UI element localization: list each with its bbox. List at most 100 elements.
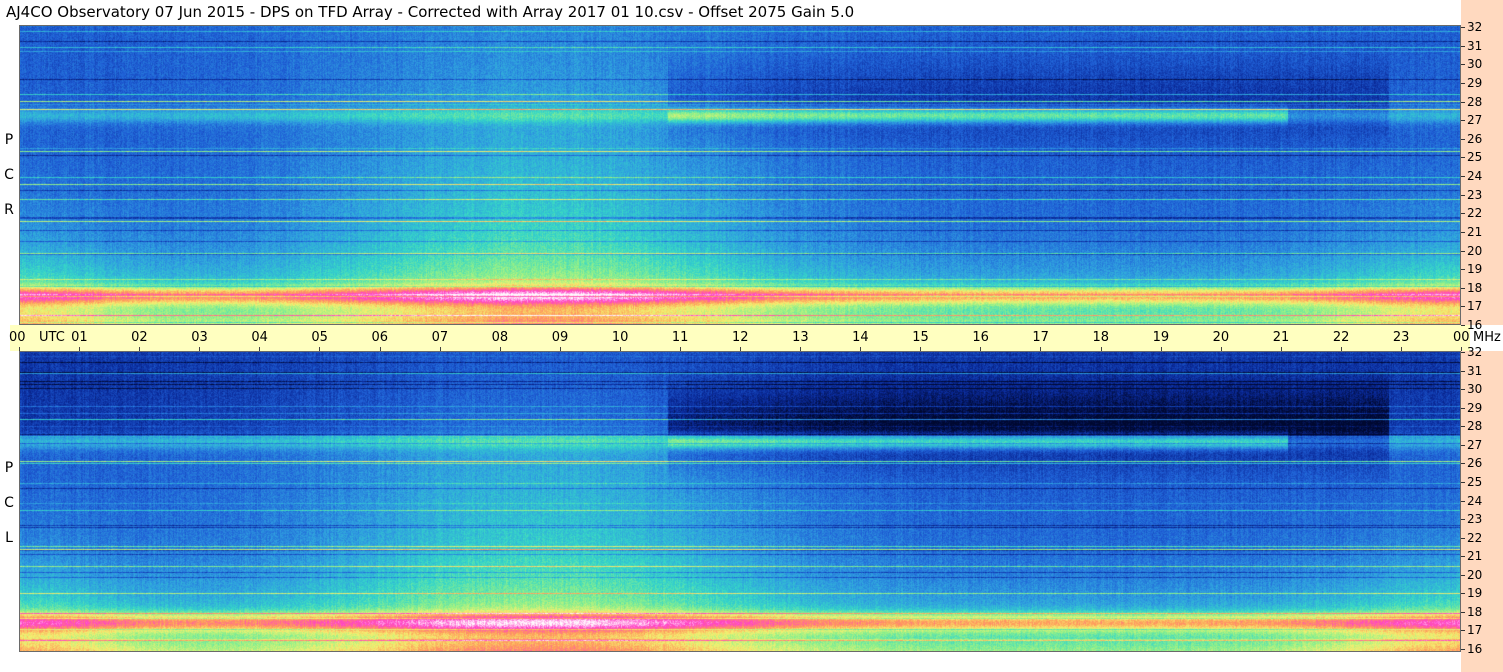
rcp-frequency-tick-label: 27 (1467, 113, 1483, 128)
lcp-frequency-tick-label: 18 (1467, 604, 1483, 619)
frequency-unit-label: MHz (1473, 330, 1501, 345)
lcp-frequency-tick-mark (1461, 426, 1465, 428)
lcp-spectrogram-canvas (19, 351, 1461, 652)
rcp-frequency-tick-label: 16 (1467, 318, 1483, 332)
rcp-frequency-tick-mark (1461, 213, 1465, 215)
rcp-frequency-tick-mark (1461, 138, 1465, 140)
lcp-frequency-tick-mark (1461, 389, 1465, 391)
time-tick-mark (319, 347, 321, 351)
time-tick-mark (139, 347, 141, 351)
time-tick-label: 08 (491, 330, 509, 345)
time-tick-mark (1040, 347, 1042, 351)
lcp-frequency-tick-label: 30 (1467, 382, 1483, 397)
time-tick-label: 03 (191, 330, 208, 345)
lcp-frequency-axis: 32 31 30 29 28 27 26 25 24 23 22 21 20 19 18 17 16 (1461, 346, 1503, 672)
lcp-frequency-tick-label: 26 (1467, 456, 1483, 471)
rcp-frequency-tick-label: 28 (1467, 94, 1483, 109)
lcp-frequency-tick-mark (1461, 593, 1465, 595)
rcp-label-letter-r: R (4, 202, 14, 218)
time-unit-label: UTC (39, 330, 65, 345)
rcp-label-letter-p: P (4, 132, 14, 148)
time-tick-label: 12 (732, 330, 749, 345)
rcp-frequency-tick-mark (1461, 287, 1465, 289)
lcp-frequency-tick-label: 20 (1467, 567, 1483, 582)
lcp-frequency-tick-label: 19 (1467, 586, 1483, 601)
rcp-frequency-tick-mark (1461, 250, 1465, 252)
time-tick-label: 18 (1092, 330, 1110, 345)
time-tick-mark (1280, 347, 1282, 351)
time-tick-label: 14 (852, 330, 869, 345)
time-tick-mark (499, 347, 501, 351)
rcp-frequency-tick-mark (1461, 231, 1465, 233)
time-tick-label: 07 (431, 330, 449, 345)
time-tick-mark (199, 347, 201, 351)
rcp-frequency-tick-label: 17 (1467, 299, 1483, 314)
lcp-frequency-tick-mark (1461, 444, 1465, 446)
rcp-frequency-tick-mark (1461, 82, 1465, 84)
lcp-label-letter-l: L (5, 530, 13, 546)
rcp-frequency-tick-label: 29 (1467, 75, 1483, 90)
rcp-frequency-tick-label: 18 (1467, 280, 1483, 295)
time-tick-label: 15 (912, 330, 929, 345)
rcp-frequency-tick-label: 30 (1467, 57, 1483, 72)
rcp-frequency-tick-mark (1461, 101, 1465, 103)
rcp-frequency-tick-mark (1461, 45, 1465, 47)
lcp-label-letter-p: P (4, 460, 14, 476)
lcp-frequency-tick-mark (1461, 556, 1465, 558)
lcp-label-letter-c: C (4, 495, 14, 511)
time-tick-label: 05 (311, 330, 328, 345)
rcp-spectrogram-canvas (19, 25, 1461, 325)
rcp-frequency-tick-label: 21 (1467, 224, 1483, 239)
time-tick-mark (800, 347, 802, 351)
time-tick-label: 23 (1392, 330, 1410, 345)
time-tick-label: 04 (251, 330, 268, 345)
lcp-frequency-tick-mark (1461, 537, 1465, 539)
rcp-frequency-tick-label: 31 (1467, 38, 1483, 53)
lcp-frequency-tick-label: 22 (1467, 530, 1483, 545)
lcp-frequency-tick-label: 17 (1467, 623, 1483, 638)
lcp-frequency-tick-label: 31 (1467, 363, 1483, 378)
rcp-frequency-axis: 32 31 30 29 28 27 26 25 24 23 22 21 20 19 18 17 16 (1461, 0, 1503, 331)
lcp-frequency-tick-mark (1461, 407, 1465, 409)
time-tick-mark (740, 347, 741, 351)
chart-title: AJ4CO Observatory 07 Jun 2015 - DPS on T… (6, 3, 855, 21)
time-tick-label: 06 (371, 330, 389, 345)
lcp-spectrogram (19, 351, 1461, 652)
lcp-frequency-tick-mark (1461, 481, 1465, 483)
time-tick-label: 01 (71, 330, 88, 345)
rcp-label-letter-c: C (4, 167, 14, 183)
lcp-frequency-tick-label: 29 (1467, 400, 1483, 415)
time-tick-mark (259, 347, 261, 351)
lcp-frequency-tick-mark (1461, 630, 1465, 632)
rcp-frequency-tick-mark (1461, 27, 1465, 28)
lcp-frequency-tick-label: 25 (1467, 474, 1483, 489)
rcp-frequency-tick-mark (1461, 325, 1465, 326)
rcp-frequency-tick-label: 23 (1467, 187, 1483, 202)
time-tick-label: 11 (671, 330, 689, 345)
time-tick-label: 00 (1453, 330, 1470, 345)
lcp-frequency-tick-label: 16 (1467, 642, 1483, 656)
rcp-frequency-tick-mark (1461, 176, 1465, 177)
rcp-spectrogram (19, 25, 1461, 325)
time-tick-mark (1100, 347, 1102, 351)
rcp-frequency-tick-label: 22 (1467, 206, 1483, 221)
lcp-frequency-tick-label: 23 (1467, 512, 1483, 527)
rcp-frequency-tick-mark (1461, 269, 1465, 271)
time-tick-label: 21 (1272, 330, 1290, 345)
rcp-frequency-tick-mark (1461, 157, 1465, 159)
lcp-frequency-tick-mark (1461, 574, 1465, 576)
time-tick-mark (379, 347, 381, 351)
lcp-frequency-tick-mark (1461, 370, 1465, 372)
time-tick-label: 02 (131, 330, 148, 345)
rcp-frequency-tick-mark (1461, 120, 1465, 122)
time-tick-mark (1220, 347, 1222, 351)
time-tick-mark (19, 347, 20, 351)
lcp-frequency-tick-label: 28 (1467, 419, 1483, 434)
rcp-frequency-tick-label: 19 (1467, 262, 1483, 277)
time-tick-mark (980, 347, 982, 351)
time-tick-label: 20 (1212, 330, 1230, 345)
rcp-frequency-tick-mark (1461, 306, 1465, 308)
lcp-frequency-tick-mark (1461, 519, 1465, 521)
lcp-frequency-tick-label: 32 (1467, 345, 1483, 359)
time-tick-mark (619, 347, 621, 351)
